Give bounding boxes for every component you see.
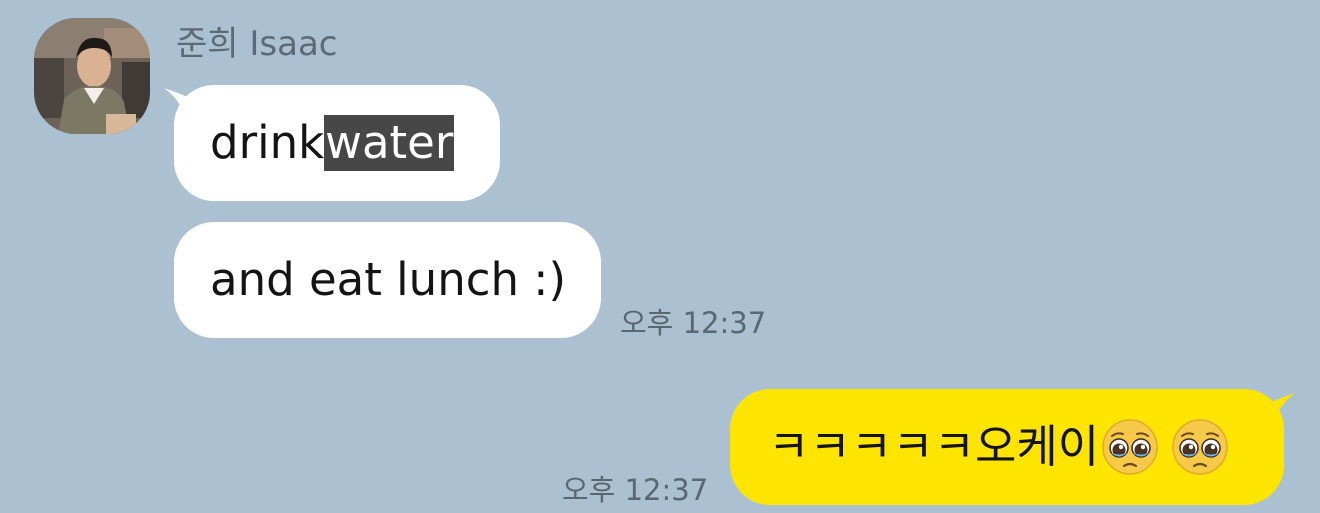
message-bubble[interactable]: and eat lunch :): [174, 222, 601, 338]
message-text: and eat lunch :): [210, 253, 567, 306]
sender-name: 준희 Isaac: [176, 24, 338, 64]
message-text: drink: [210, 116, 325, 169]
message-timestamp: 오후 12:37: [620, 306, 767, 340]
pleading-face-emoji-icon: [1101, 418, 1159, 476]
pleading-face-emoji-icon: [1171, 418, 1229, 476]
selected-text: water: [324, 115, 455, 171]
message-bubble[interactable]: drink water: [174, 85, 500, 201]
sender-avatar[interactable]: [34, 18, 150, 134]
my-message-text: ㅋㅋㅋㅋㅋ오케이: [768, 420, 1100, 473]
my-message-timestamp: 오후 12:37: [562, 473, 709, 507]
my-message-bubble[interactable]: ㅋㅋㅋㅋㅋ오케이: [730, 389, 1284, 505]
